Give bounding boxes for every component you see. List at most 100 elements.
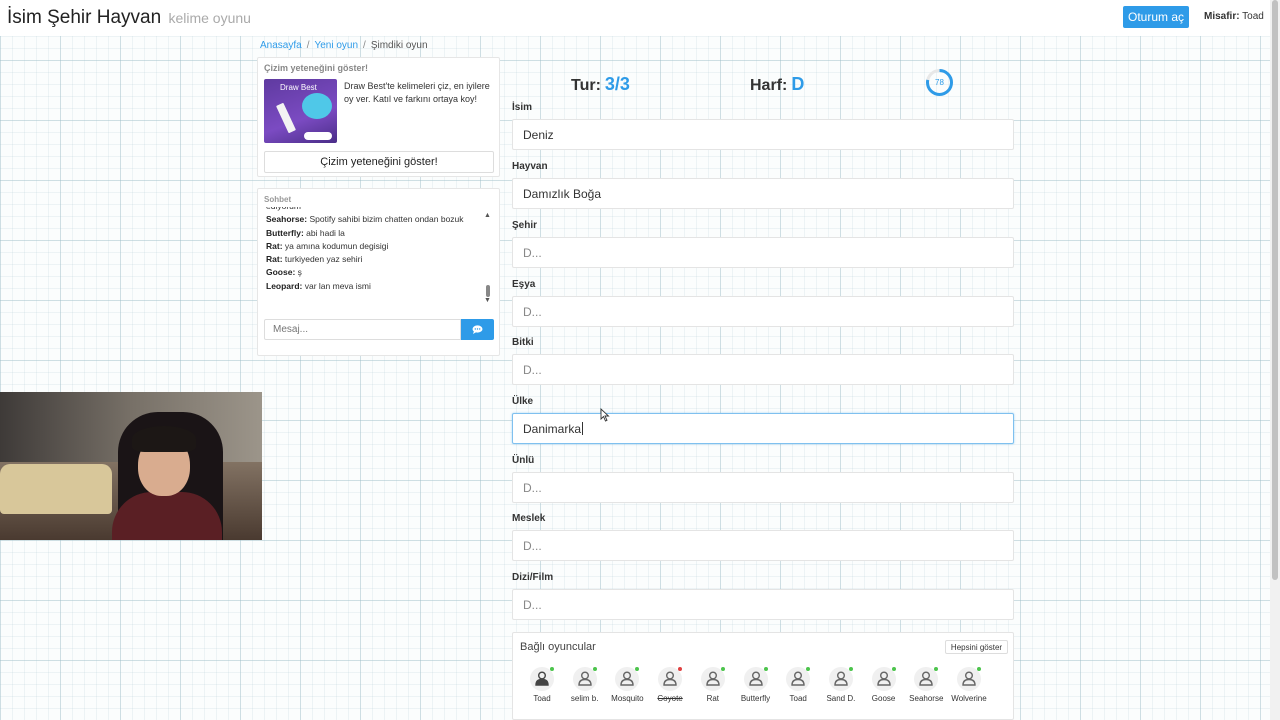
breadcrumb-separator: / <box>306 40 310 51</box>
status-dot-icon <box>550 667 554 671</box>
player-item[interactable]: selim b. <box>565 667 605 707</box>
answer-input-value: Danimarka <box>523 422 582 436</box>
site-brand[interactable]: İsim Şehir Hayvan kelime oyunu <box>7 7 251 29</box>
site-subtitle: kelime oyunu <box>168 10 251 26</box>
chat-message-text: turkiyeden yaz sehiri <box>284 254 363 265</box>
round-indicator: Tur: 3/3 <box>571 74 630 95</box>
answer-input[interactable]: Danimarka <box>512 413 1014 444</box>
players-title: Bağlı oyuncular <box>520 641 596 653</box>
page-scrollbar-thumb[interactable] <box>1272 0 1278 580</box>
answer-input-value: D... <box>523 305 542 319</box>
player-item[interactable]: Toad <box>522 667 562 707</box>
connected-players-panel: Bağlı oyuncular Hepsini göster Toad selim… <box>512 632 1014 720</box>
field-label: Bitki <box>512 337 534 348</box>
player-item[interactable]: Sand D. <box>821 667 861 707</box>
status-dot-icon <box>763 667 768 671</box>
chat-message: Rat: ya amına kodumun degisigi <box>266 240 488 253</box>
answer-input[interactable]: D... <box>512 530 1014 561</box>
player-item[interactable]: Toad <box>778 667 818 707</box>
chat-message-user: Goose: <box>266 267 296 278</box>
chat-scrollbar[interactable]: ▲ ▼ <box>484 209 492 309</box>
answer-input[interactable]: Deniz <box>512 119 1014 150</box>
text-caret <box>582 422 584 435</box>
chat-message-input[interactable] <box>264 319 461 340</box>
login-button[interactable]: Oturum aç <box>1123 6 1189 28</box>
round-label: Tur: <box>571 77 601 94</box>
pencil-icon <box>276 102 296 134</box>
breadcrumb: Anasayfa / Yeni oyun / Şimdiki oyun <box>260 40 428 51</box>
player-item[interactable]: Rat <box>693 667 733 707</box>
guest-info: Misafir: Toad <box>1204 11 1264 22</box>
player-item[interactable]: Wolverine <box>949 667 989 707</box>
user-icon <box>962 671 976 686</box>
answer-input[interactable]: D... <box>512 472 1014 503</box>
countdown-timer: 78 <box>925 68 954 97</box>
status-dot-icon <box>848 667 853 671</box>
promo-image[interactable]: Draw Best <box>264 79 337 143</box>
answer-input-value: D... <box>523 246 542 260</box>
promo-button[interactable]: Çizim yeteneğini göster! <box>264 151 494 173</box>
field-label: Hayvan <box>512 161 548 172</box>
user-icon <box>706 671 720 686</box>
timer-value: 78 <box>935 78 944 87</box>
player-item[interactable]: Mosquito <box>607 667 647 707</box>
chat-message-user: Leopard: <box>266 280 303 291</box>
breadcrumb-new-game-link[interactable]: Yeni oyun <box>314 40 358 51</box>
status-dot-icon <box>720 667 725 671</box>
answer-input[interactable]: D... <box>512 237 1014 268</box>
user-icon <box>663 671 677 686</box>
breadcrumb-current: Şimdiki oyun <box>370 40 428 51</box>
guest-label: Misafir: <box>1204 11 1240 22</box>
player-item[interactable]: Seahorse <box>906 667 946 707</box>
player-item[interactable]: Butterfly <box>736 667 776 707</box>
chat-messages[interactable]: ediyorum Seahorse: Spotify sahibi bizim … <box>266 207 488 312</box>
field-label: Ülke <box>512 396 534 407</box>
status-dot-icon <box>678 667 683 671</box>
field-label: Şehir <box>512 220 538 231</box>
chat-message: Goose: ş <box>266 266 488 279</box>
breadcrumb-home-link[interactable]: Anasayfa <box>260 40 302 51</box>
scroll-up-icon[interactable]: ▲ <box>484 212 491 219</box>
chat-message-user: Seahorse: <box>266 214 308 225</box>
page-scrollbar[interactable] <box>1270 0 1280 720</box>
show-all-players-button[interactable]: Hepsini göster <box>945 640 1008 654</box>
round-value: 3/3 <box>604 74 630 94</box>
answer-input-value: D... <box>523 598 542 612</box>
field-label: İsim <box>512 102 533 113</box>
player-item[interactable]: Goose <box>864 667 904 707</box>
scroll-down-icon[interactable]: ▼ <box>484 297 491 304</box>
site-title: İsim Şehir Hayvan <box>7 7 162 28</box>
webcam-sofa <box>0 464 112 514</box>
promo-bubble-graphic <box>302 93 332 119</box>
chat-message: Rat: turkiyeden yaz sehiri <box>266 253 488 266</box>
guest-name: Toad <box>1242 11 1264 22</box>
chat-bubble-icon <box>472 325 483 334</box>
status-dot-icon <box>977 667 981 671</box>
mouse-pointer-icon <box>600 408 610 422</box>
top-navbar: İsim Şehir Hayvan kelime oyunu Oturum aç… <box>0 0 1270 36</box>
answer-input[interactable]: D... <box>512 296 1014 327</box>
answer-input-value: D... <box>523 481 542 495</box>
chat-title: Sohbet <box>264 195 292 204</box>
chat-message: Butterfly: abi hadi la <box>266 227 488 240</box>
field-label: Dizi/Film <box>512 572 554 583</box>
answer-input-value: Damızlık Boğa <box>523 187 602 201</box>
player-item[interactable]: Coyote <box>650 667 690 707</box>
chat-message: Leopard: var lan meva ismi <box>266 280 488 293</box>
answer-input-value: D... <box>523 539 542 553</box>
chat-message-text: ş <box>297 267 302 278</box>
answer-input[interactable]: Damızlık Boğa <box>512 178 1014 209</box>
chat-message-user: Butterfly: <box>266 227 304 238</box>
status-dot-icon <box>806 667 811 671</box>
user-icon <box>876 671 891 686</box>
user-icon <box>748 671 763 686</box>
field-label: Ünlü <box>512 455 535 466</box>
user-icon <box>791 671 805 686</box>
answer-input[interactable]: D... <box>512 589 1014 620</box>
chat-scrollbar-thumb[interactable] <box>486 285 490 297</box>
answer-input[interactable]: D... <box>512 354 1014 385</box>
promo-badge-graphic <box>304 132 332 140</box>
status-dot-icon <box>635 667 640 671</box>
chat-message: Seahorse: Spotify sahibi bizim chatten o… <box>266 213 488 226</box>
chat-send-button[interactable] <box>461 319 494 340</box>
